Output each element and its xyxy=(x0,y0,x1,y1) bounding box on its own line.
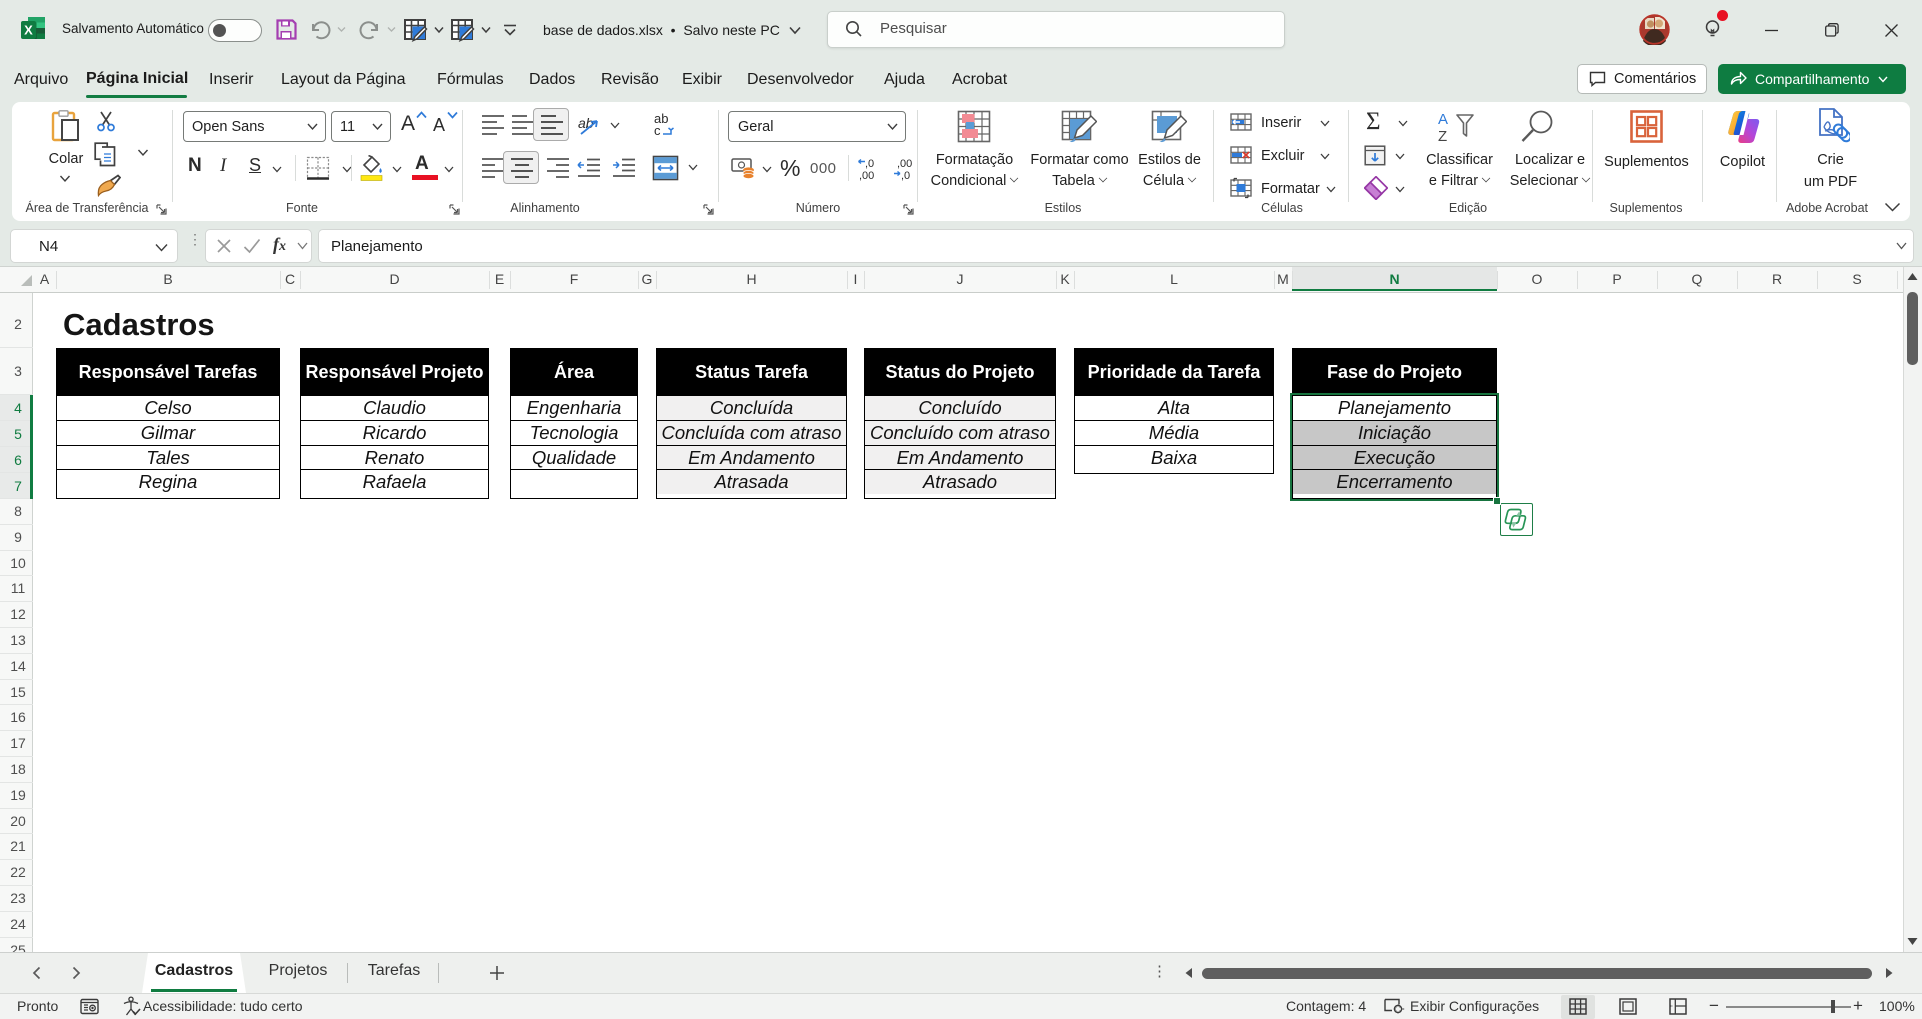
svg-text:c: c xyxy=(654,123,661,137)
svg-text:A: A xyxy=(1438,111,1448,128)
svg-text:,0: ,0 xyxy=(901,170,910,181)
svg-text:,0: ,0 xyxy=(865,158,874,170)
svg-text:,00: ,00 xyxy=(859,170,874,181)
svg-text:X: X xyxy=(24,23,33,38)
svg-text:,00: ,00 xyxy=(897,158,912,170)
svg-text:ab: ab xyxy=(578,115,594,131)
svg-text:Z: Z xyxy=(1438,128,1447,144)
